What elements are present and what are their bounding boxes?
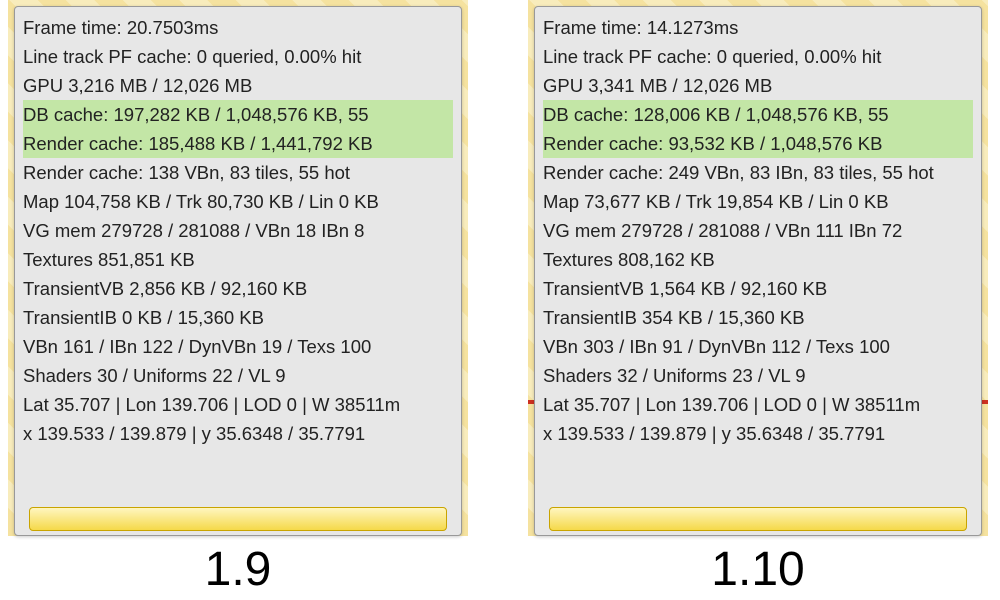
left-panel-wrap: Frame time: 20.7503ms Line track PF cach… — [8, 0, 468, 536]
lat-lon-lod: Lat 35.707 | Lon 139.706 | LOD 0 | W 385… — [543, 390, 973, 419]
render-cache: Render cache: 93,532 KB / 1,048,576 KB — [543, 129, 973, 158]
map-trk-lin: Map 104,758 KB / Trk 80,730 KB / Lin 0 K… — [23, 187, 453, 216]
line-track-pf-cache: Line track PF cache: 0 queried, 0.00% hi… — [543, 42, 973, 71]
vg-mem: VG mem 279728 / 281088 / VBn 18 IBn 8 — [23, 216, 453, 245]
vg-mem: VG mem 279728 / 281088 / VBn 111 IBn 72 — [543, 216, 973, 245]
transient-ib: TransientIB 0 KB / 15,360 KB — [23, 303, 453, 332]
shaders-uniforms: Shaders 32 / Uniforms 23 / VL 9 — [543, 361, 973, 390]
transient-vb: TransientVB 1,564 KB / 92,160 KB — [543, 274, 973, 303]
line-track-pf-cache: Line track PF cache: 0 queried, 0.00% hi… — [23, 42, 453, 71]
bottom-button[interactable] — [29, 507, 447, 531]
gpu-mem: GPU 3,216 MB / 12,026 MB — [23, 71, 453, 100]
textures: Textures 808,162 KB — [543, 245, 973, 274]
db-cache: DB cache: 128,006 KB / 1,048,576 KB, 55 — [543, 100, 973, 129]
textures: Textures 851,851 KB — [23, 245, 453, 274]
comparison-panels: Frame time: 20.7503ms Line track PF cach… — [0, 0, 1000, 536]
version-label-right: 1.10 — [528, 542, 988, 597]
version-label-left: 1.9 — [8, 542, 468, 597]
render-cache: Render cache: 185,488 KB / 1,441,792 KB — [23, 129, 453, 158]
vbn-ibn-dyn: VBn 161 / IBn 122 / DynVBn 19 / Texs 100 — [23, 332, 453, 361]
lat-lon-lod: Lat 35.707 | Lon 139.706 | LOD 0 | W 385… — [23, 390, 453, 419]
map-trk-lin: Map 73,677 KB / Trk 19,854 KB / Lin 0 KB — [543, 187, 973, 216]
transient-ib: TransientIB 354 KB / 15,360 KB — [543, 303, 973, 332]
shaders-uniforms: Shaders 30 / Uniforms 22 / VL 9 — [23, 361, 453, 390]
debug-overlay-right: Frame time: 14.1273ms Line track PF cach… — [534, 6, 982, 536]
frame-time: Frame time: 20.7503ms — [23, 13, 453, 42]
gpu-mem: GPU 3,341 MB / 12,026 MB — [543, 71, 973, 100]
debug-overlay-left: Frame time: 20.7503ms Line track PF cach… — [14, 6, 462, 536]
vbn-ibn-dyn: VBn 303 / IBn 91 / DynVBn 112 / Texs 100 — [543, 332, 973, 361]
db-cache: DB cache: 197,282 KB / 1,048,576 KB, 55 — [23, 100, 453, 129]
xy-bounds: x 139.533 / 139.879 | y 35.6348 / 35.779… — [543, 419, 973, 448]
xy-bounds: x 139.533 / 139.879 | y 35.6348 / 35.779… — [23, 419, 453, 448]
right-panel-wrap: Frame time: 14.1273ms Line track PF cach… — [528, 0, 988, 536]
transient-vb: TransientVB 2,856 KB / 92,160 KB — [23, 274, 453, 303]
render-cache-detail: Render cache: 138 VBn, 83 tiles, 55 hot — [23, 158, 453, 187]
frame-time: Frame time: 14.1273ms — [543, 13, 973, 42]
render-cache-detail: Render cache: 249 VBn, 83 IBn, 83 tiles,… — [543, 158, 973, 187]
bottom-button[interactable] — [549, 507, 967, 531]
